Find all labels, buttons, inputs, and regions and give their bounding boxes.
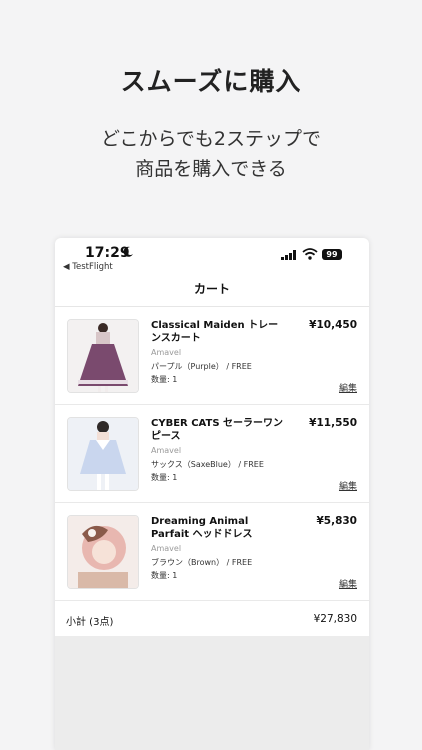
back-to-testflight-link[interactable]: ◀ TestFlight xyxy=(63,262,113,272)
cellular-signal-icon xyxy=(281,250,296,260)
item-brand: Amavel xyxy=(151,446,182,455)
item-title[interactable]: Dreaming Animal Parfait ヘッドドレス xyxy=(151,515,287,541)
promo-headline: スムーズに購入 xyxy=(120,67,302,96)
battery-icon: 99 xyxy=(322,249,342,260)
subtotal-row: 小計 (3点) ¥27,830 xyxy=(55,601,369,638)
item-price: ¥5,830 xyxy=(316,515,357,527)
item-price: ¥10,450 xyxy=(309,319,357,331)
cart-item[interactable]: Classical Maiden トレーンスカート ¥10,450 Amavel… xyxy=(55,307,369,405)
product-thumbnail[interactable] xyxy=(67,515,139,589)
item-brand: Amavel xyxy=(151,544,182,553)
item-variant: パープル（Purple） / FREE xyxy=(151,362,252,371)
edit-button[interactable]: 編集 xyxy=(339,479,357,492)
item-title[interactable]: Classical Maiden トレーンスカート xyxy=(151,319,287,345)
phone-screen: 17:29 ◀ TestFlight 99 カート Classical Maid… xyxy=(55,238,369,750)
item-quantity: 数量: 1 xyxy=(151,375,178,384)
edit-button[interactable]: 編集 xyxy=(339,381,357,394)
item-quantity: 数量: 1 xyxy=(151,571,178,580)
product-thumbnail[interactable] xyxy=(67,417,139,491)
subtotal-label: 小計 (3点) xyxy=(66,617,114,628)
item-quantity: 数量: 1 xyxy=(151,473,178,482)
cart-item[interactable]: Dreaming Animal Parfait ヘッドドレス ¥5,830 Am… xyxy=(55,503,369,601)
moon-icon xyxy=(123,246,133,257)
item-variant: ブラウン（Brown） / FREE xyxy=(151,558,253,567)
promo-subline-1: どこからでも2ステップで xyxy=(101,128,321,150)
headdress-image xyxy=(68,516,138,588)
nav-title: カート xyxy=(55,276,369,307)
status-bar: 17:29 ◀ TestFlight 99 xyxy=(55,238,369,276)
item-price: ¥11,550 xyxy=(309,417,357,429)
promo-subline: どこからでも2ステップで 商品を購入できる xyxy=(0,124,422,184)
cart-item[interactable]: CYBER CATS セーラーワンピース ¥11,550 Amavel サックス… xyxy=(55,405,369,503)
promo-subline-2: 商品を購入できる xyxy=(135,158,287,180)
dress-image xyxy=(68,320,138,392)
item-title[interactable]: CYBER CATS セーラーワンピース xyxy=(151,417,287,443)
empty-area xyxy=(55,636,369,750)
item-brand: Amavel xyxy=(151,348,182,357)
item-variant: サックス（SaxeBlue） / FREE xyxy=(151,460,264,469)
wifi-icon xyxy=(302,248,318,260)
edit-button[interactable]: 編集 xyxy=(339,577,357,590)
product-thumbnail[interactable] xyxy=(67,319,139,393)
subtotal-value: ¥27,830 xyxy=(313,613,357,625)
dress-image xyxy=(68,418,138,490)
